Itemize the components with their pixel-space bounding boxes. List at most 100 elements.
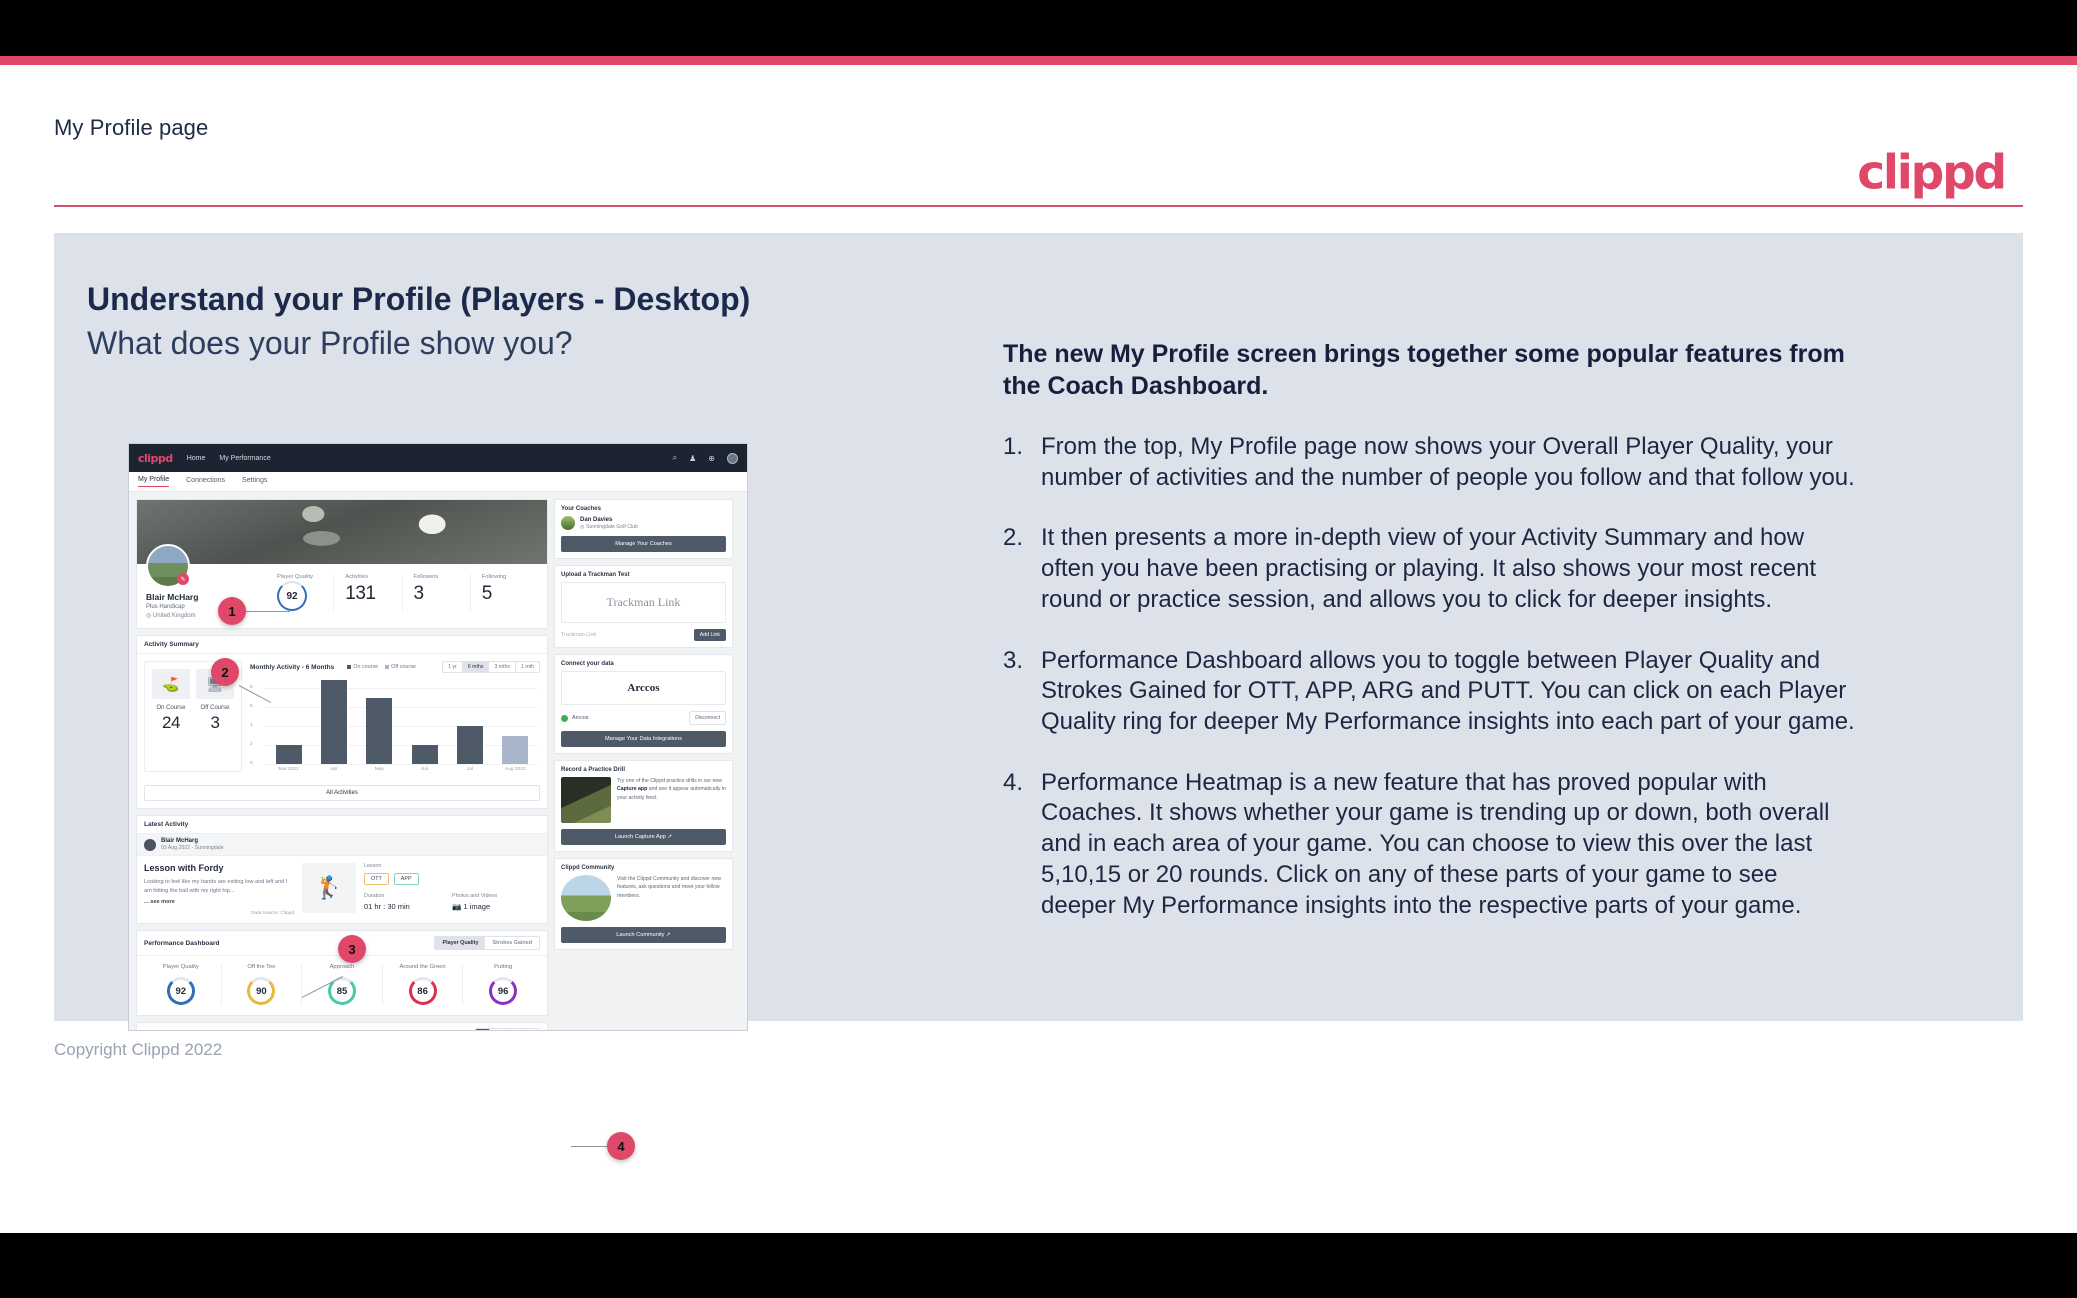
location-pin-icon: ◎ [580, 523, 585, 530]
manage-integrations-button[interactable]: Manage Your Data Integrations [561, 731, 726, 747]
ring-approach[interactable]: Approach 85 [301, 964, 382, 1006]
page-title: My Profile page [54, 115, 209, 140]
activity-body: Lesson with Fordy Looking to feel like m… [137, 856, 547, 923]
avatar[interactable] [727, 452, 738, 464]
disconnect-button[interactable]: Disconnect [689, 711, 726, 725]
tab-settings[interactable]: Settings [242, 477, 267, 487]
rounds-10[interactable]: 10 [488, 1029, 506, 1030]
community-card: Clippd Community Visit the Clippd Commun… [554, 858, 733, 950]
list-item-text: Performance Dashboard allows you to togg… [1041, 646, 1855, 736]
range-1mth[interactable]: 1 mth [515, 662, 539, 672]
performance-heatmap-header: Performance Heatmap 5 Round Change -5 +5… [137, 1023, 547, 1030]
all-activities-button[interactable]: All Activities [144, 785, 540, 801]
rounds-20[interactable]: 20 [522, 1029, 539, 1030]
add-link-button[interactable]: Add Link [693, 629, 726, 641]
chart-bars [266, 678, 538, 764]
toggle-player-quality[interactable]: Player Quality [435, 937, 486, 950]
avatar [144, 838, 156, 851]
x-tick: Jul [466, 767, 474, 772]
list-item-text: From the top, My Profile page now shows … [1041, 433, 1855, 491]
golf-swing-icon: 🏌 [302, 863, 356, 913]
profile-location-label: United Kingdom [152, 613, 196, 619]
see-more-link[interactable]: ... see more [144, 899, 294, 905]
manage-coaches-button[interactable]: Manage Your Coaches [561, 536, 726, 552]
toggle-strokes-gained[interactable]: Strokes Gained [485, 937, 539, 949]
letterbox-bottom [0, 1233, 2077, 1298]
app-tabs: My Profile Connections Settings [129, 472, 747, 492]
add-icon[interactable]: ⊕ [708, 454, 715, 463]
chart-title: Monthly Activity - 6 Months [250, 663, 335, 671]
stat-value: 3 [413, 583, 425, 604]
activity-summary-card: Activity Summary ⛳ 🖥 On Course Off Cours… [136, 635, 548, 809]
accent-strip [0, 56, 2077, 65]
tab-my-profile[interactable]: My Profile [138, 476, 170, 487]
ring-label: Putting [494, 964, 513, 971]
stat-activities[interactable]: Activities 131 [333, 574, 401, 611]
y-tick: 6 [250, 704, 253, 709]
off-course-label: Off Course [200, 705, 230, 711]
on-course-value: 24 [162, 713, 180, 732]
x-tick: May [374, 767, 384, 772]
range-6mths[interactable]: 6 mths [461, 662, 489, 672]
avatar[interactable]: ✎ [146, 544, 190, 588]
x-tick: Apr [330, 767, 338, 772]
monthly-activity-chart: Monthly Activity - 6 Months On course Of… [250, 661, 540, 772]
cover-photo [137, 500, 547, 564]
stat-following[interactable]: Following 5 [469, 574, 538, 611]
chart-x-labels: Mar 2022 Apr May Jun Jul Aug 2022 [266, 767, 538, 772]
slide-subheading: What does your Profile show you? [87, 325, 573, 361]
people-icon[interactable]: ♟ [689, 454, 696, 463]
tag-ott[interactable]: OTT [364, 873, 389, 885]
search-icon[interactable]: ⌕ [673, 453, 677, 463]
edit-icon[interactable]: ✎ [177, 573, 189, 585]
ring-player-quality[interactable]: Player Quality 92 [141, 964, 221, 1006]
ring-around-the-green[interactable]: Around the Green 86 [381, 964, 463, 1006]
performance-dashboard-title: Performance Dashboard [144, 939, 220, 947]
media-value: 📷 1 image [452, 902, 491, 911]
range-1yr[interactable]: 1 yr [443, 662, 462, 672]
performance-heatmap-card: Performance Heatmap 5 Round Change -5 +5… [136, 1022, 548, 1030]
letterbox-top [0, 0, 2077, 56]
coach-row[interactable]: Dan Davies ◎ Sunningdale Golf Club [561, 516, 726, 530]
chart-legend: On course Off course [347, 664, 416, 670]
profile-stats: Player Quality 92 Activities 131 Followe… [266, 574, 538, 611]
range-3mths[interactable]: 3 mths [488, 662, 515, 672]
list-item: 3. Performance Dashboard allows you to t… [1003, 646, 1858, 738]
stat-label: Player Quality [277, 574, 314, 580]
stat-player-quality[interactable]: Player Quality 92 [266, 574, 333, 611]
callout-badge-1: 1 [218, 597, 246, 625]
nav-item-home[interactable]: Home [187, 455, 206, 462]
rounds-15[interactable]: 15 [505, 1029, 522, 1030]
list-item-number: 4. [1003, 768, 1024, 796]
tag-app[interactable]: APP [393, 873, 419, 885]
connect-data-title: Connect your data [561, 661, 614, 667]
latest-activity-card: Latest Activity Blair McHarg 03 Aug 2022… [136, 815, 548, 925]
stat-value: 5 [481, 583, 493, 604]
stat-followers[interactable]: Followers 3 [401, 574, 470, 611]
list-item-number: 1. [1003, 433, 1024, 460]
ring-putting[interactable]: Putting 96 [462, 964, 543, 1006]
ring-value: 92 [166, 977, 195, 1006]
bar-mar [266, 745, 311, 764]
ring-label: Off the Tee [247, 964, 276, 971]
range-selector: 1 yr 6 mths 3 mths 1 mth [442, 661, 540, 673]
tab-connections[interactable]: Connections [186, 477, 225, 487]
launch-community-button[interactable]: Launch Community ↗ [561, 927, 726, 943]
player-quality-ring[interactable]: 92 [277, 581, 307, 611]
activity-media: Photos and Videos 📷 1 image [452, 893, 540, 911]
community-title: Clippd Community [561, 865, 615, 871]
location-pin-icon: ◎ [146, 613, 152, 619]
media-label: Photos and Videos [452, 893, 498, 899]
copyright-text: Copyright Clippd 2022 [54, 1040, 223, 1059]
notes-list: 1. From the top, My Profile page now sho… [1003, 432, 1858, 921]
trackman-link-input[interactable]: Trackman Link [561, 632, 689, 638]
your-coaches-card: Your Coaches Dan Davies ◎ Sunningdale Go… [554, 499, 733, 559]
rounds-5[interactable]: 5 [475, 1029, 489, 1030]
activity-description: Looking to feel like my hands are exitin… [144, 879, 288, 894]
nav-item-my-performance[interactable]: My Performance [219, 455, 270, 462]
launch-capture-app-button[interactable]: Launch Capture App ↗ [561, 829, 726, 845]
y-tick: 4 [250, 723, 253, 728]
your-coaches-title: Your Coaches [561, 506, 601, 512]
community-thumbnail [561, 875, 611, 921]
ring-off-the-tee[interactable]: Off the Tee 90 [220, 964, 302, 1006]
